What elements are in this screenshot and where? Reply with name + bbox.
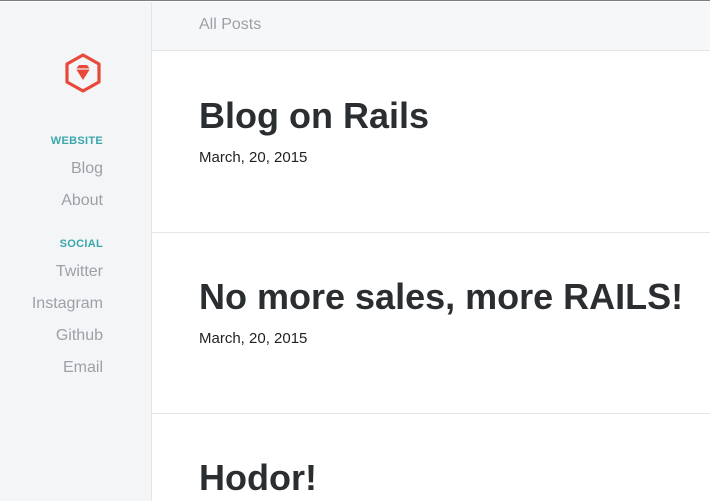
sidebar-item-github[interactable]: Github <box>56 327 103 345</box>
post-date: March, 20, 2015 <box>199 330 308 347</box>
sidebar-item-blog[interactable]: Blog <box>71 160 103 178</box>
social-heading: SOCIAL <box>59 238 103 250</box>
post-date: March, 20, 2015 <box>199 149 308 166</box>
sidebar-item-instagram[interactable]: Instagram <box>32 295 103 313</box>
all-posts-link[interactable]: All Posts <box>199 16 261 34</box>
sidebar-item-about[interactable]: About <box>61 192 103 210</box>
ruby-gem-icon[interactable] <box>65 53 101 93</box>
post-item: No more sales, more RAILS! March, 20, 20… <box>152 233 710 414</box>
post-title[interactable]: No more sales, more RAILS! <box>199 276 683 318</box>
sidebar: WEBSITE Blog About SOCIAL Twitter Instag… <box>0 2 152 501</box>
sidebar-item-email[interactable]: Email <box>63 359 103 377</box>
post-title[interactable]: Blog on Rails <box>199 95 429 137</box>
post-item: Blog on Rails March, 20, 2015 <box>152 51 710 233</box>
post-item: Hodor! <box>152 414 710 501</box>
page-frame: WEBSITE Blog About SOCIAL Twitter Instag… <box>0 0 710 501</box>
post-title[interactable]: Hodor! <box>199 457 317 499</box>
sidebar-item-twitter[interactable]: Twitter <box>56 263 103 281</box>
top-bar: All Posts <box>152 2 710 51</box>
website-heading: WEBSITE <box>50 135 103 147</box>
